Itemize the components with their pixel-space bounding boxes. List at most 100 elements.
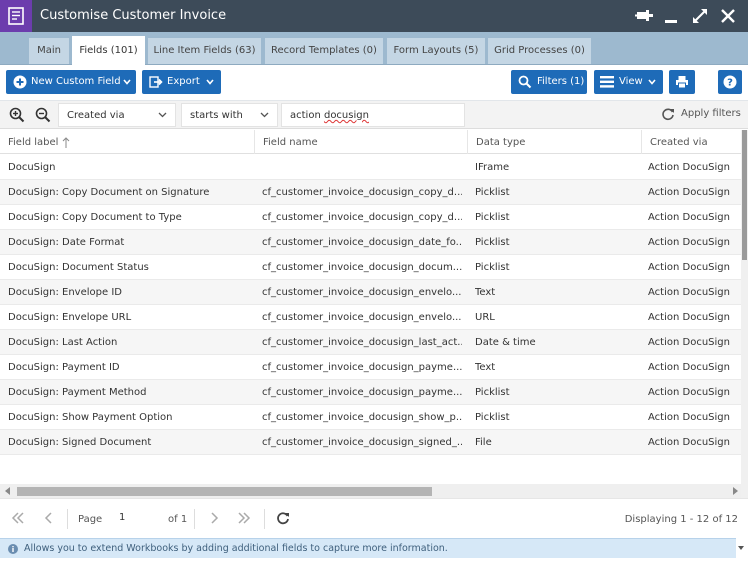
table-row[interactable]: DocuSign: Envelope ID cf_customer_invoice… <box>0 280 741 305</box>
table-row[interactable]: DocuSign IFrame Action DocuSign <box>0 155 741 180</box>
filter-operator-value: starts with <box>190 110 243 121</box>
displaying-count: Displaying 1 - 12 of 12 <box>624 514 738 525</box>
info-icon <box>8 544 18 554</box>
view-button[interactable]: View <box>594 70 663 94</box>
apply-filters-button[interactable]: Apply filters <box>661 107 741 124</box>
table-row[interactable]: DocuSign: Copy Document to Type cf_custom… <box>0 205 741 230</box>
pin-icon[interactable] <box>634 6 654 26</box>
vertical-scroll-thumb[interactable] <box>742 130 747 260</box>
grid-header: Field label Field name Data type Created… <box>0 130 741 154</box>
info-bar: Allows you to extend Workbooks by adding… <box>0 538 736 558</box>
chevron-down-icon <box>123 79 131 85</box>
vertical-scrollbar[interactable] <box>741 130 748 536</box>
cell-field-label: DocuSign: Envelope ID <box>8 287 122 298</box>
page-number-input[interactable]: 1 <box>119 512 125 523</box>
cell-created-via: Action DocuSign <box>648 187 730 198</box>
horizontal-scrollbar[interactable] <box>0 484 741 498</box>
filter-value-input[interactable]: action docusign <box>281 103 465 127</box>
tab-form-layouts[interactable]: Form Layouts (5) <box>387 38 485 64</box>
last-page-icon[interactable] <box>237 511 251 525</box>
column-header-text: Field label <box>8 137 59 148</box>
filters-button[interactable]: Filters (1) <box>511 70 587 94</box>
table-row[interactable]: DocuSign: Date Format cf_customer_invoice… <box>0 230 741 255</box>
help-button[interactable]: ? <box>718 70 742 94</box>
export-button[interactable]: Export <box>142 70 221 94</box>
view-label: View <box>619 76 643 87</box>
column-header-field-label[interactable]: Field label <box>0 130 254 154</box>
pager-separator <box>67 509 68 529</box>
page-count: of 1 <box>168 514 188 525</box>
cell-field-name: cf_customer_invoice_docusign_envelo... <box>262 312 462 323</box>
table-row[interactable]: DocuSign: Copy Document on Signature cf_c… <box>0 180 741 205</box>
document-icon <box>0 0 32 32</box>
cell-data-type: Text <box>475 362 496 373</box>
previous-page-icon[interactable] <box>42 511 56 525</box>
plus-circle-icon <box>13 75 27 89</box>
tab-grid-processes[interactable]: Grid Processes (0) <box>488 38 591 64</box>
search-icon <box>518 75 532 89</box>
list-icon <box>600 76 614 88</box>
cell-created-via: Action DocuSign <box>648 337 730 348</box>
cell-field-label: DocuSign: Payment Method <box>8 387 147 398</box>
pagination-bar: Page 1 of 1 Displaying 1 - 12 of 12 <box>0 498 748 538</box>
cell-field-label: DocuSign: Date Format <box>8 237 125 248</box>
cell-field-name: cf_customer_invoice_docusign_copy_d... <box>262 212 462 223</box>
horizontal-scroll-thumb[interactable] <box>17 487 432 496</box>
minimize-icon[interactable] <box>661 6 681 26</box>
apply-filters-label: Apply filters <box>681 108 741 119</box>
cell-field-label: DocuSign: Show Payment Option <box>8 412 173 423</box>
zoom-out-icon[interactable] <box>34 106 52 124</box>
cell-data-type: File <box>475 437 492 448</box>
cell-data-type: Text <box>475 287 496 298</box>
table-row[interactable]: DocuSign: Document Status cf_customer_inv… <box>0 255 741 280</box>
column-header-field-name[interactable]: Field name <box>254 130 467 154</box>
refresh-icon[interactable] <box>276 511 290 525</box>
tab-record-templates[interactable]: Record Templates (0) <box>265 38 383 64</box>
maximize-icon[interactable] <box>690 6 710 26</box>
next-page-icon[interactable] <box>207 511 221 525</box>
cell-field-label: DocuSign <box>8 162 56 173</box>
cell-created-via: Action DocuSign <box>648 237 730 248</box>
scroll-left-arrow-icon[interactable] <box>5 487 11 495</box>
pager-separator <box>264 509 265 529</box>
cell-field-name: cf_customer_invoice_docusign_show_p... <box>262 412 462 423</box>
cell-data-type: IFrame <box>475 162 510 173</box>
tab-strip: Main Fields (101) Line Item Fields (63) … <box>0 32 748 65</box>
print-button[interactable] <box>669 70 695 94</box>
table-row[interactable]: DocuSign: Last Action cf_customer_invoice… <box>0 330 741 355</box>
export-icon <box>149 76 163 88</box>
cell-field-name: cf_customer_invoice_docusign_docum... <box>262 262 462 273</box>
cell-created-via: Action DocuSign <box>648 312 730 323</box>
cell-field-name: cf_customer_invoice_docusign_date_fo... <box>262 237 462 248</box>
table-row[interactable]: DocuSign: Envelope URL cf_customer_invoic… <box>0 305 741 330</box>
cell-data-type: Picklist <box>475 262 510 273</box>
first-page-icon[interactable] <box>11 511 25 525</box>
window-title: Customise Customer Invoice <box>40 8 227 23</box>
table-row[interactable]: DocuSign: Signed Document cf_customer_inv… <box>0 430 741 455</box>
cell-data-type: Picklist <box>475 212 510 223</box>
scroll-down-arrow-icon[interactable] <box>736 542 746 556</box>
table-row[interactable]: DocuSign: Show Payment Option cf_customer… <box>0 405 741 430</box>
cell-field-name: cf_customer_invoice_docusign_copy_d... <box>262 187 462 198</box>
info-text: Allows you to extend Workbooks by adding… <box>24 543 448 554</box>
new-custom-field-button[interactable]: New Custom Field <box>6 70 136 94</box>
filter-value-word: docusign <box>323 110 369 121</box>
zoom-in-icon[interactable] <box>8 106 26 124</box>
filter-field-select[interactable]: Created via <box>58 103 176 127</box>
table-row[interactable]: DocuSign: Payment ID cf_customer_invoice_… <box>0 355 741 380</box>
cell-created-via: Action DocuSign <box>648 287 730 298</box>
filter-operator-select[interactable]: starts with <box>181 103 278 127</box>
table-row[interactable]: DocuSign: Payment Method cf_customer_invo… <box>0 380 741 405</box>
scroll-right-arrow-icon[interactable] <box>732 487 738 495</box>
tab-fields[interactable]: Fields (101) <box>72 36 145 65</box>
cell-field-name: cf_customer_invoice_docusign_last_act... <box>262 337 462 348</box>
sort-ascending-icon <box>62 137 70 148</box>
tab-main[interactable]: Main <box>29 38 69 64</box>
new-custom-field-label: New Custom Field <box>31 76 121 87</box>
column-header-data-type[interactable]: Data type <box>467 130 641 154</box>
close-icon[interactable] <box>718 6 738 26</box>
tab-line-item-fields[interactable]: Line Item Fields (63) <box>148 38 261 64</box>
cell-created-via: Action DocuSign <box>648 212 730 223</box>
filters-label: Filters (1) <box>537 76 585 87</box>
column-header-created-via[interactable]: Created via <box>641 130 741 154</box>
